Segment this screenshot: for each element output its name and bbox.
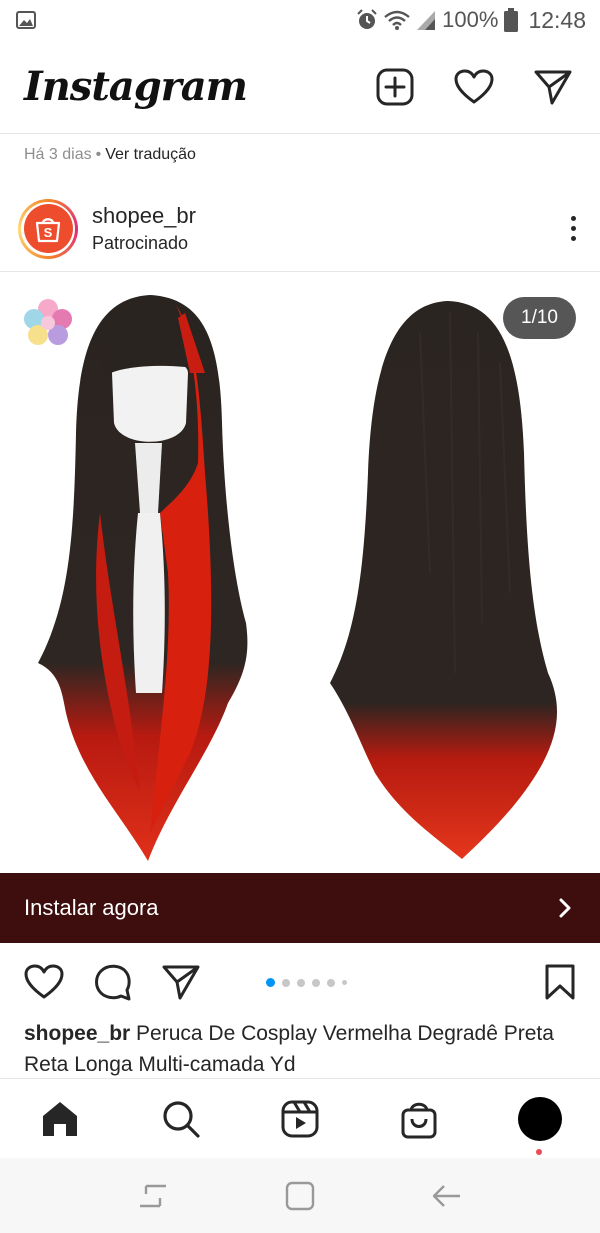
recents-icon[interactable] (138, 1182, 168, 1210)
home-icon[interactable] (40, 1100, 80, 1138)
instagram-logo[interactable]: Instagram (24, 63, 248, 110)
alarm-icon (357, 9, 377, 29)
post-username[interactable]: shopee_br (92, 203, 196, 229)
carousel-dot (297, 978, 305, 987)
more-icon[interactable] (571, 216, 576, 241)
heart-icon[interactable] (454, 69, 494, 105)
meta-separator: • (95, 146, 102, 163)
battery-icon (504, 8, 519, 32)
cta-label: Instalar agora (24, 895, 159, 920)
new-post-icon[interactable] (376, 68, 414, 106)
wig-product-image (24, 295, 558, 861)
chevron-right-icon (559, 898, 571, 918)
gallery-icon (16, 11, 36, 29)
status-bar: 100% 12:48 (0, 0, 600, 40)
avatar[interactable]: S (18, 198, 78, 259)
like-heart-icon[interactable] (24, 964, 64, 1000)
system-navigation (0, 1158, 600, 1233)
notification-dot (536, 1148, 542, 1155)
media-counter: 1/10 (503, 297, 576, 339)
shop-icon[interactable] (400, 1099, 438, 1139)
reels-icon[interactable] (281, 1100, 319, 1138)
carousel-dot (342, 980, 347, 985)
carousel-dot (282, 978, 290, 987)
carousel-dot-active (266, 978, 275, 987)
post-media[interactable]: 1/10 (0, 273, 600, 873)
share-icon[interactable] (162, 964, 200, 1000)
caption-username[interactable]: shopee_br (24, 1022, 130, 1045)
direct-icon[interactable] (534, 69, 572, 105)
post-timestamp: Há 3 dias (24, 146, 92, 163)
see-translation-link[interactable]: Ver tradução (105, 146, 196, 163)
flower-logo (24, 299, 72, 345)
signal-icon (417, 11, 436, 30)
carousel-dot (312, 978, 320, 987)
previous-post-meta: Há 3 dias • Ver tradução (24, 146, 196, 164)
svg-text:S: S (44, 225, 53, 240)
bottom-navigation (0, 1078, 600, 1158)
sponsored-label: Patrocinado (92, 233, 189, 253)
battery-percentage: 100% (442, 7, 499, 32)
bookmark-icon[interactable] (544, 964, 576, 1000)
carousel-indicator (266, 978, 347, 987)
comment-icon[interactable] (94, 963, 132, 1001)
install-now-button[interactable]: Instalar agora (0, 873, 600, 943)
carousel-dot (327, 978, 335, 987)
back-icon[interactable] (432, 1183, 462, 1209)
shopee-bag-icon: S (35, 217, 61, 242)
app-header: Instagram (0, 40, 600, 134)
post-actions (0, 958, 600, 1006)
search-icon[interactable] (161, 1099, 201, 1139)
post-header: S shopee_br Patrocinado (0, 186, 600, 272)
wifi-icon (384, 10, 410, 30)
home-key-icon[interactable] (285, 1181, 315, 1211)
clock: 12:48 (528, 6, 586, 33)
profile-icon[interactable] (518, 1096, 562, 1155)
post-caption: shopee_br Peruca De Cosplay Vermelha Deg… (24, 1018, 580, 1080)
